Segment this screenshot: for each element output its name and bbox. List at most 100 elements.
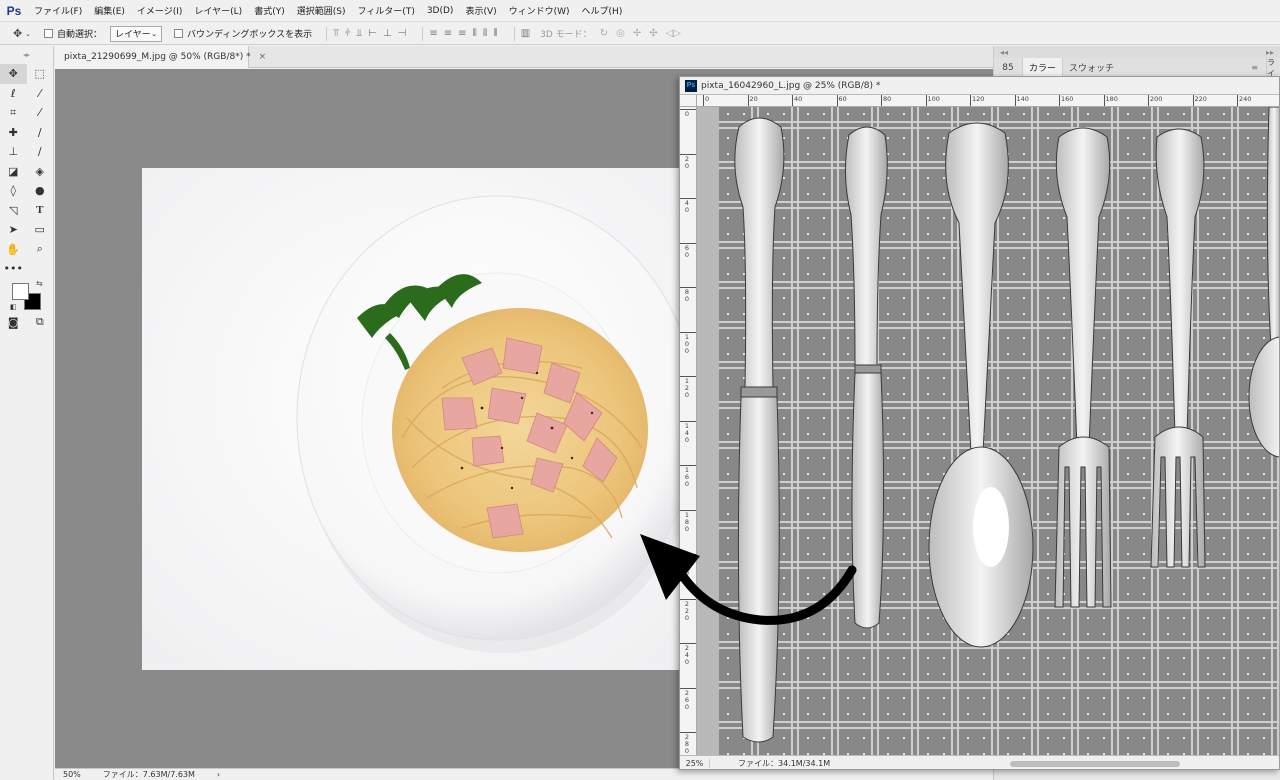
tab-side[interactable]: ライ (1266, 58, 1280, 78)
horizontal-scrollbar[interactable] (1010, 761, 1180, 767)
marquee-tool-icon[interactable]: ⬚ (27, 64, 54, 84)
auto-select-label: 自動選択： (57, 30, 103, 40)
distribute-right-icon[interactable]: ⦀ (493, 28, 497, 39)
pen-tool-icon[interactable]: ◹ (0, 201, 27, 221)
document-tab[interactable]: pixta_21290699_M.jpg @ 50% (RGB/8*) * × (55, 46, 266, 68)
distribute-vcenter-icon[interactable]: ≡ (444, 28, 452, 39)
status-menu-icon[interactable]: › (217, 770, 220, 779)
zoom-tool-icon[interactable]: ⌕ (27, 240, 54, 260)
horizontal-ruler[interactable]: 0 20 40 60 80 100 120 140 160 180 200 220 240 (697, 95, 1279, 107)
3d-pan-icon[interactable]: ✢ (633, 28, 641, 39)
ruler-tick-label: 160 (684, 466, 690, 488)
panel-icon-number[interactable]: 85 (994, 58, 1022, 78)
pasta-plate-illustration (142, 168, 683, 670)
ruler-tick (703, 95, 704, 106)
rectangle-tool-icon[interactable]: ▭ (27, 220, 54, 240)
ps-file-icon: Ps (685, 79, 697, 92)
path-selection-tool-icon[interactable]: ➤ (0, 220, 27, 240)
ruler-tick (680, 420, 696, 422)
toolbar-collapse-icon[interactable]: ◂▸ (0, 46, 53, 64)
window-titlebar[interactable]: Ps pixta_16042960_L.jpg @ 25% (RGB/8) * (680, 77, 1279, 95)
magic-wand-tool-icon[interactable]: ⁄ (27, 84, 54, 104)
move-tool-icon[interactable]: ✥ (0, 64, 27, 84)
collapse-icon[interactable]: ▸▸ (1266, 48, 1274, 57)
align-vcenter-icon[interactable]: ⫩ (345, 28, 351, 39)
distribute-top-icon[interactable]: ≡ (429, 28, 437, 39)
ruler-tick (881, 95, 882, 106)
paint-bucket-tool-icon[interactable]: ◈ (27, 162, 54, 182)
distribute-bottom-icon[interactable]: ≡ (458, 28, 466, 39)
bounding-box-checkbox[interactable] (174, 29, 184, 38)
menu-bar: Ps ファイル(F) 編集(E) イメージ(I) レイヤー(L) 書式(Y) 選… (0, 0, 1280, 22)
ruler-tick (1192, 95, 1194, 106)
hand-tool-icon[interactable]: ✋ (0, 240, 27, 260)
history-brush-tool-icon[interactable]: ∕ (27, 142, 54, 162)
menu-3d[interactable]: 3D(D) (421, 6, 460, 16)
3d-mode-label: 3D モード： (540, 30, 592, 40)
panel-tabs: 85 カラー スウォッチ ≡ (994, 57, 1280, 78)
zoom-level[interactable]: 50% (63, 770, 81, 779)
collapse-icon[interactable]: ◂◂ (1000, 48, 1008, 57)
default-colors-icon[interactable]: ◧ (10, 303, 17, 311)
floating-document-window[interactable]: Ps pixta_16042960_L.jpg @ 25% (RGB/8) * … (679, 76, 1280, 770)
3d-roll-icon[interactable]: ◎ (616, 28, 625, 39)
menu-view[interactable]: 表示(V) (459, 4, 502, 17)
foreground-color-swatch[interactable] (12, 282, 29, 300)
menu-type[interactable]: 書式(Y) (248, 4, 291, 17)
clone-stamp-tool-icon[interactable]: ⊥ (0, 142, 27, 162)
menu-filter[interactable]: フィルター(T) (351, 4, 420, 17)
3d-slide-icon[interactable]: ✣ (649, 28, 657, 39)
ruler-tick-label: 20 (684, 154, 690, 170)
menu-image[interactable]: イメージ(I) (131, 4, 189, 17)
align-right-icon[interactable]: ⊣ (398, 28, 407, 39)
distribute-left-icon[interactable]: ⦀ (472, 28, 476, 39)
move-tool-preset[interactable]: ✥ ⌄ (0, 27, 44, 40)
distribute-hcenter-icon[interactable]: ⦀ (483, 28, 487, 39)
ruler-tick (680, 153, 696, 155)
lasso-tool-icon[interactable]: ℓ (0, 84, 27, 104)
window-zoom-level[interactable]: 25% (680, 759, 710, 768)
menu-help[interactable]: ヘルプ(H) (576, 4, 629, 17)
ruler-tick-label: 0 (684, 110, 690, 118)
photoshop-app: Ps ファイル(F) 編集(E) イメージ(I) レイヤー(L) 書式(Y) 選… (0, 0, 1280, 780)
3d-scale-icon[interactable]: ◁▷ (666, 28, 681, 39)
quick-mask-icon[interactable]: ◙ (0, 313, 27, 333)
ruler-tick (747, 95, 749, 106)
swap-colors-icon[interactable]: ⇆ (36, 279, 43, 288)
align-top-icon[interactable]: ⫪ (333, 28, 339, 39)
menu-file[interactable]: ファイル(F) (28, 4, 88, 17)
blur-tool-icon[interactable]: ◊ (0, 181, 27, 201)
ruler-corner[interactable] (680, 95, 697, 107)
dodge-tool-icon[interactable]: ● (27, 181, 54, 201)
brush-tool-icon[interactable]: ∕ (27, 123, 54, 143)
type-tool-icon[interactable]: T (27, 201, 54, 221)
ruler-tick-label: 100 (927, 95, 940, 103)
menu-layer[interactable]: レイヤー(L) (188, 4, 248, 17)
align-left-icon[interactable]: ⊢ (368, 28, 377, 39)
eyedropper-tool-icon[interactable]: ⁄ (27, 103, 54, 123)
menu-window[interactable]: ウィンドウ(W) (503, 4, 576, 17)
auto-select-checkbox[interactable] (44, 29, 53, 38)
healing-brush-tool-icon[interactable]: ✚ (0, 123, 27, 143)
panel-header: ◂◂ ▸▸ (994, 46, 1280, 58)
menu-select[interactable]: 選択範囲(S) (291, 4, 352, 17)
vertical-ruler[interactable]: 0 20 40 60 80 100 120 140 160 180 200 220 240 260 280 (680, 107, 697, 755)
divider (513, 26, 515, 41)
tab-swatches[interactable]: スウォッチ (1062, 57, 1120, 78)
ruler-tick-label: 80 (883, 95, 892, 103)
auto-align-icon[interactable]: ▥ (521, 28, 530, 39)
crop-tool-icon[interactable]: ⌗ (0, 103, 27, 123)
panel-menu-icon[interactable]: ≡ (1251, 63, 1258, 72)
align-hcenter-icon[interactable]: ⊥ (383, 28, 392, 39)
tab-color[interactable]: カラー (1022, 57, 1063, 78)
ruler-tick (792, 95, 793, 106)
screen-mode-icon[interactable]: ⧉ (27, 313, 54, 333)
align-bottom-icon[interactable]: ⫫ (357, 28, 363, 39)
menu-edit[interactable]: 編集(E) (88, 4, 131, 17)
chevron-down-icon: ⌄ (25, 29, 32, 38)
auto-select-dropdown[interactable]: レイヤー ⌄ (110, 25, 163, 42)
3d-orbit-icon[interactable]: ↻ (600, 28, 608, 39)
close-icon[interactable]: × (259, 52, 267, 62)
eraser-tool-icon[interactable]: ◪ (0, 162, 27, 182)
more-tools-icon[interactable]: ••• (0, 259, 27, 279)
